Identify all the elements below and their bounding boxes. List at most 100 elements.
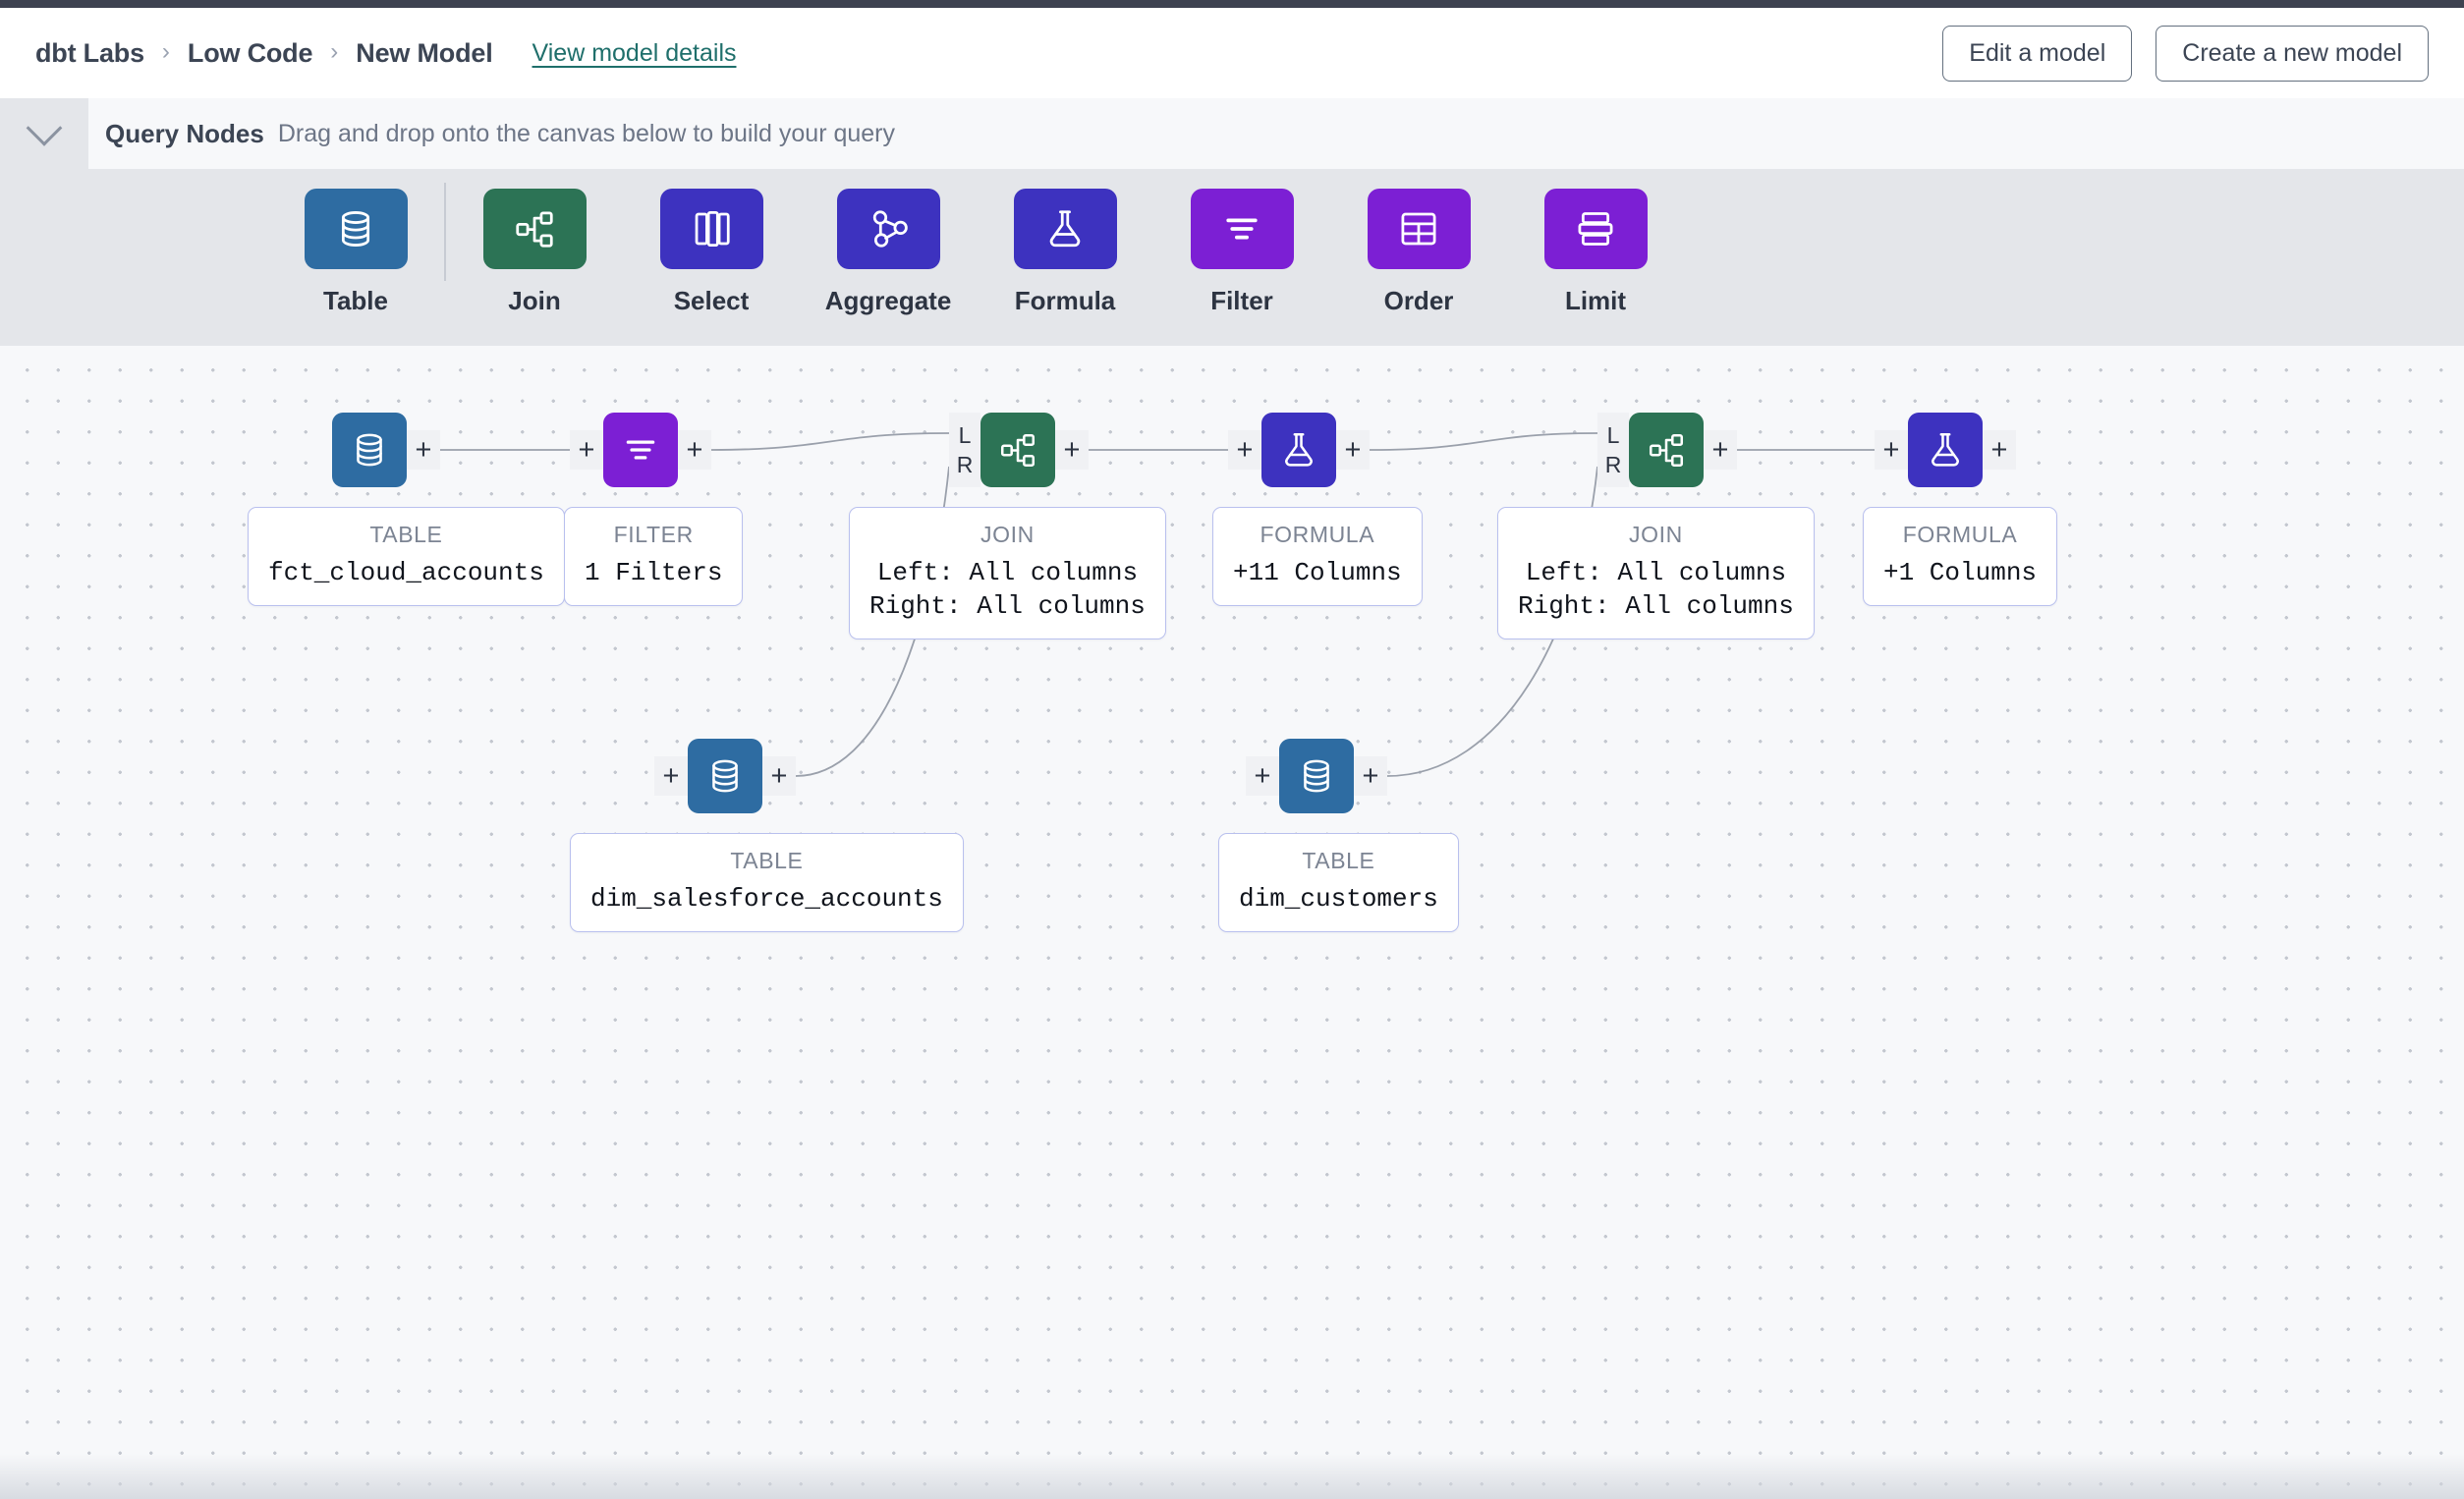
top-bar: dbt Labs › Low Code › New Model View mod… — [0, 8, 2464, 98]
canvas-node-card[interactable]: FILTER 1 Filters — [564, 507, 743, 606]
canvas-node-value: +11 Columns — [1233, 556, 1402, 589]
join-input-ports[interactable]: LR — [949, 413, 980, 487]
palette-item-label: Join — [508, 286, 560, 316]
breadcrumb-separator-icon: › — [330, 38, 338, 66]
port-label-right: R — [957, 454, 974, 476]
output-handle[interactable]: + — [762, 756, 796, 796]
edit-a-model-button[interactable]: Edit a model — [1942, 26, 2132, 82]
output-handle[interactable]: + — [407, 430, 440, 470]
output-handle[interactable]: + — [1704, 430, 1737, 470]
canvas-node-join-n5[interactable]: LR + JOIN Left: All columnsRight: All co… — [1629, 413, 1704, 487]
canvas-node-filter-n2[interactable]: + + FILTER 1 Filters — [603, 413, 678, 487]
canvas-node-formula-n4[interactable]: + + FORMULA +11 Columns — [1261, 413, 1336, 487]
database-icon[interactable] — [305, 189, 408, 269]
low-code-model-builder: dbt Labs › Low Code › New Model View mod… — [0, 0, 2464, 1499]
flask-icon[interactable] — [1014, 189, 1117, 269]
canvas-node-table-n8[interactable]: + + TABLE dim_customers — [1279, 739, 1354, 813]
canvas-node-card[interactable]: FORMULA +11 Columns — [1212, 507, 1423, 606]
canvas-node-card[interactable]: JOIN Left: All columnsRight: All columns — [849, 507, 1166, 639]
canvas-node-card[interactable]: TABLE fct_cloud_accounts — [248, 507, 565, 606]
palette-item-order[interactable]: Order — [1330, 169, 1507, 316]
query-nodes-palette: Table Join Select Aggregate Formula Filte… — [0, 169, 2464, 346]
canvas-node-value: 1 Filters — [585, 556, 722, 589]
top-accent-strip — [0, 0, 2464, 8]
breadcrumb-item-new-model: New Model — [356, 38, 492, 69]
output-handle[interactable]: + — [1336, 430, 1370, 470]
palette-item-formula[interactable]: Formula — [977, 169, 1153, 316]
palette-item-label: Select — [674, 286, 750, 316]
query-nodes-collapse-toggle[interactable] — [0, 98, 88, 169]
canvas-node-type-label: FORMULA — [1233, 518, 1402, 552]
breadcrumb-separator-icon: › — [162, 38, 170, 66]
port-label-left: L — [1607, 424, 1620, 447]
canvas-node-type-label: TABLE — [1239, 844, 1438, 878]
canvas-node-type-label: JOIN — [1518, 518, 1794, 552]
canvas-node-value: Left: All columnsRight: All columns — [1518, 556, 1794, 624]
database-icon[interactable]: + + — [1279, 739, 1354, 813]
create-a-new-model-button[interactable]: Create a new model — [2156, 26, 2429, 82]
node-graph-icon[interactable] — [837, 189, 940, 269]
canvas-node-formula-n6[interactable]: + + FORMULA +1 Columns — [1908, 413, 1983, 487]
canvas-node-type-label: JOIN — [869, 518, 1146, 552]
palette-item-join[interactable]: Join — [446, 169, 623, 316]
palette-item-select[interactable]: Select — [623, 169, 800, 316]
join-tree-icon[interactable] — [483, 189, 587, 269]
canvas-node-card[interactable]: TABLE dim_salesforce_accounts — [570, 833, 964, 932]
view-model-details-link[interactable]: View model details — [532, 39, 737, 68]
input-handle[interactable]: + — [1228, 430, 1261, 470]
canvas-node-value: Left: All columnsRight: All columns — [869, 556, 1146, 624]
palette-item-limit[interactable]: Limit — [1507, 169, 1684, 316]
query-nodes-title: Query Nodes — [105, 119, 264, 149]
palette-item-label: Formula — [1015, 286, 1116, 316]
palette-item-label: Limit — [1565, 286, 1626, 316]
port-label-right: R — [1605, 454, 1622, 476]
query-nodes-header: Query Nodes Drag and drop onto the canva… — [0, 98, 2464, 169]
flask-icon[interactable]: + + — [1261, 413, 1336, 487]
canvas-node-type-label: TABLE — [590, 844, 943, 878]
canvas-node-table-n1[interactable]: + TABLE fct_cloud_accounts — [332, 413, 407, 487]
palette-item-filter[interactable]: Filter — [1153, 169, 1330, 316]
filter-icon[interactable]: + + — [603, 413, 678, 487]
chevron-down-icon — [27, 110, 63, 146]
output-handle[interactable]: + — [678, 430, 711, 470]
query-nodes-subtitle: Drag and drop onto the canvas below to b… — [278, 120, 895, 148]
palette-item-label: Table — [323, 286, 388, 316]
join-tree-icon[interactable]: LR + — [980, 413, 1055, 487]
canvas-node-table-n7[interactable]: + + TABLE dim_salesforce_accounts — [688, 739, 762, 813]
output-handle[interactable]: + — [1055, 430, 1089, 470]
output-handle[interactable]: + — [1354, 756, 1387, 796]
canvas-node-value: dim_customers — [1239, 882, 1438, 916]
input-handle[interactable]: + — [1875, 430, 1908, 470]
canvas-node-card[interactable]: FORMULA +1 Columns — [1863, 507, 2057, 606]
palette-items: Table Join Select Aggregate Formula Filte… — [0, 169, 1684, 316]
flask-icon[interactable]: + + — [1908, 413, 1983, 487]
canvas-node-type-label: FORMULA — [1883, 518, 2037, 552]
limit-rows-icon[interactable] — [1544, 189, 1648, 269]
columns-icon[interactable] — [660, 189, 763, 269]
query-canvas[interactable]: + TABLE fct_cloud_accounts + + FILTER 1 … — [0, 346, 2464, 1499]
join-tree-icon[interactable]: LR + — [1629, 413, 1704, 487]
filter-icon[interactable] — [1191, 189, 1294, 269]
grid-table-icon[interactable] — [1368, 189, 1471, 269]
canvas-node-card[interactable]: TABLE dim_customers — [1218, 833, 1459, 932]
canvas-node-join-n3[interactable]: LR + JOIN Left: All columnsRight: All co… — [980, 413, 1055, 487]
canvas-node-value: dim_salesforce_accounts — [590, 882, 943, 916]
input-handle[interactable]: + — [570, 430, 603, 470]
canvas-node-card[interactable]: JOIN Left: All columnsRight: All columns — [1497, 507, 1815, 639]
join-input-ports[interactable]: LR — [1597, 413, 1629, 487]
breadcrumb-item-org[interactable]: dbt Labs — [35, 38, 144, 69]
canvas-node-value: +1 Columns — [1883, 556, 2037, 589]
database-icon[interactable]: + + — [688, 739, 762, 813]
top-bar-actions: Edit a model Create a new model — [1942, 26, 2429, 82]
database-icon[interactable]: + — [332, 413, 407, 487]
palette-item-label: Aggregate — [825, 286, 952, 316]
output-handle[interactable]: + — [1983, 430, 2016, 470]
breadcrumb: dbt Labs › Low Code › New Model — [35, 38, 493, 69]
breadcrumb-item-low-code[interactable]: Low Code — [188, 38, 312, 69]
input-handle[interactable]: + — [1246, 756, 1279, 796]
canvas-edge-n2-to-n3[interactable] — [711, 433, 949, 450]
canvas-edge-n4-to-n5[interactable] — [1370, 433, 1597, 450]
palette-item-table[interactable]: Table — [267, 169, 444, 316]
palette-item-aggregate[interactable]: Aggregate — [800, 169, 977, 316]
input-handle[interactable]: + — [654, 756, 688, 796]
